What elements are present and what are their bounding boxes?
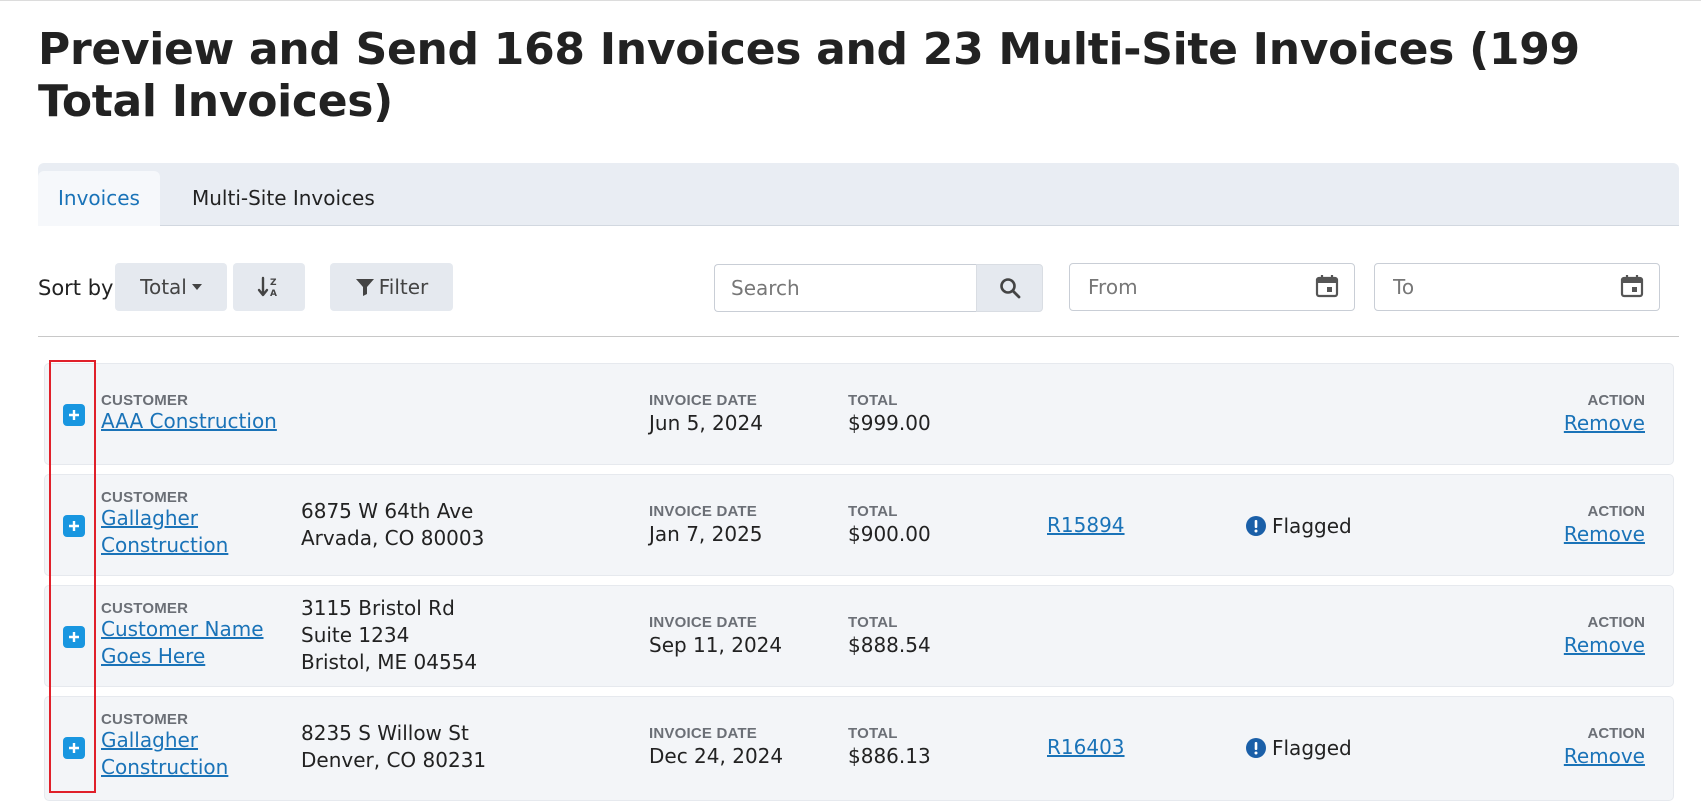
plus-icon	[69, 743, 79, 753]
expand-row-button[interactable]	[63, 626, 85, 648]
calendar-icon[interactable]	[1315, 274, 1339, 298]
calendar-icon[interactable]	[1620, 274, 1644, 298]
plus-icon	[69, 521, 79, 531]
filter-icon	[355, 279, 374, 296]
page-title: Preview and Send 168 Invoices and 23 Mul…	[38, 24, 1580, 127]
action-label: ACTION	[1587, 614, 1646, 631]
address-line: 8235 S Willow St	[301, 721, 469, 745]
svg-text:Z: Z	[270, 278, 277, 288]
flag-label: Flagged	[1272, 736, 1352, 760]
filter-label: Filter	[378, 275, 429, 299]
expand-row-button[interactable]	[63, 737, 85, 759]
flag-status: Flagged	[1246, 514, 1352, 538]
expand-row-button[interactable]	[63, 404, 85, 426]
total-label: TOTAL	[848, 614, 898, 631]
sort-direction-button[interactable]: Z A	[233, 263, 305, 311]
customer-link[interactable]: Goes Here	[101, 643, 205, 670]
caret-down-icon	[191, 284, 202, 290]
sort-label: Sort by	[38, 276, 114, 300]
customer-link[interactable]: Customer Name	[101, 616, 264, 643]
reference-link[interactable]: R16403	[1047, 734, 1125, 761]
invoice-date-value: Dec 24, 2024	[649, 744, 784, 768]
remove-link[interactable]: Remove	[1564, 633, 1645, 657]
customer-label: CUSTOMER	[101, 392, 189, 409]
search-icon	[999, 278, 1020, 299]
remove-link[interactable]: Remove	[1564, 411, 1645, 435]
search-input[interactable]	[714, 264, 976, 312]
address-line: Suite 1234	[301, 623, 410, 647]
invoice-date-value: Sep 11, 2024	[649, 633, 783, 657]
address-line: Bristol, ME 04554	[301, 650, 478, 674]
sort-descending-icon: Z A	[257, 276, 277, 298]
total-label: TOTAL	[848, 392, 898, 409]
expand-row-button[interactable]	[63, 515, 85, 537]
customer-link[interactable]: Gallagher	[101, 727, 198, 754]
customer-label: CUSTOMER	[101, 489, 189, 506]
invoice-row: CUSTOMER Gallagher Construction 8235 S W…	[44, 696, 1674, 801]
sort-field-value: Total	[140, 275, 187, 299]
action-label: ACTION	[1587, 503, 1646, 520]
invoice-row: CUSTOMER Gallagher Construction 6875 W 6…	[44, 474, 1674, 576]
customer-label: CUSTOMER	[101, 600, 189, 617]
invoice-date-label: INVOICE DATE	[649, 503, 757, 520]
exclamation-circle-icon	[1246, 738, 1266, 758]
reference-link[interactable]: R15894	[1047, 512, 1125, 539]
plus-icon	[69, 410, 79, 420]
from-date-input[interactable]	[1069, 263, 1355, 311]
address-line: Denver, CO 80231	[301, 748, 487, 772]
customer-label: CUSTOMER	[101, 711, 189, 728]
customer-link[interactable]: Construction	[101, 754, 228, 781]
total-label: TOTAL	[848, 725, 898, 742]
sort-field-dropdown[interactable]: Total	[115, 263, 227, 311]
invoice-date-value: Jan 7, 2025	[649, 522, 763, 546]
action-label: ACTION	[1587, 725, 1646, 742]
tab-bar: Invoices Multi-Site Invoices	[38, 163, 1679, 226]
customer-link[interactable]: Gallagher	[101, 505, 198, 532]
invoice-date-label: INVOICE DATE	[649, 614, 757, 631]
total-value: $888.54	[848, 633, 931, 657]
action-label: ACTION	[1587, 392, 1646, 409]
customer-link[interactable]: Construction	[101, 532, 228, 559]
invoice-date-label: INVOICE DATE	[649, 392, 757, 409]
total-value: $886.13	[848, 744, 931, 768]
remove-link[interactable]: Remove	[1564, 522, 1645, 546]
invoice-row: CUSTOMER Customer Name Goes Here 3115 Br…	[44, 585, 1674, 687]
filter-button[interactable]: Filter	[330, 263, 453, 311]
to-date-input[interactable]	[1374, 263, 1660, 311]
top-border	[0, 0, 1701, 1]
address-line: Arvada, CO 80003	[301, 526, 485, 550]
svg-text:A: A	[270, 289, 277, 298]
toolbar-divider	[38, 336, 1679, 337]
invoice-row: CUSTOMER AAA Construction INVOICE DATE J…	[44, 363, 1674, 465]
flag-status: Flagged	[1246, 736, 1352, 760]
tab-multi-site-invoices[interactable]: Multi-Site Invoices	[172, 171, 395, 226]
search-button[interactable]	[976, 264, 1043, 312]
toolbar: Sort by Total Z A Filter	[38, 262, 1679, 312]
total-value: $999.00	[848, 411, 931, 435]
address-line: 3115 Bristol Rd	[301, 596, 455, 620]
search-group	[714, 264, 1043, 312]
invoice-date-label: INVOICE DATE	[649, 725, 757, 742]
invoice-date-value: Jun 5, 2024	[649, 411, 763, 435]
remove-link[interactable]: Remove	[1564, 744, 1645, 768]
flag-label: Flagged	[1272, 514, 1352, 538]
address-line: 6875 W 64th Ave	[301, 499, 474, 523]
plus-icon	[69, 632, 79, 642]
total-value: $900.00	[848, 522, 931, 546]
from-date-group	[1069, 263, 1355, 311]
exclamation-circle-icon	[1246, 516, 1266, 536]
to-date-group	[1374, 263, 1660, 311]
customer-link[interactable]: AAA Construction	[101, 408, 277, 435]
total-label: TOTAL	[848, 503, 898, 520]
tab-invoices[interactable]: Invoices	[38, 171, 160, 226]
